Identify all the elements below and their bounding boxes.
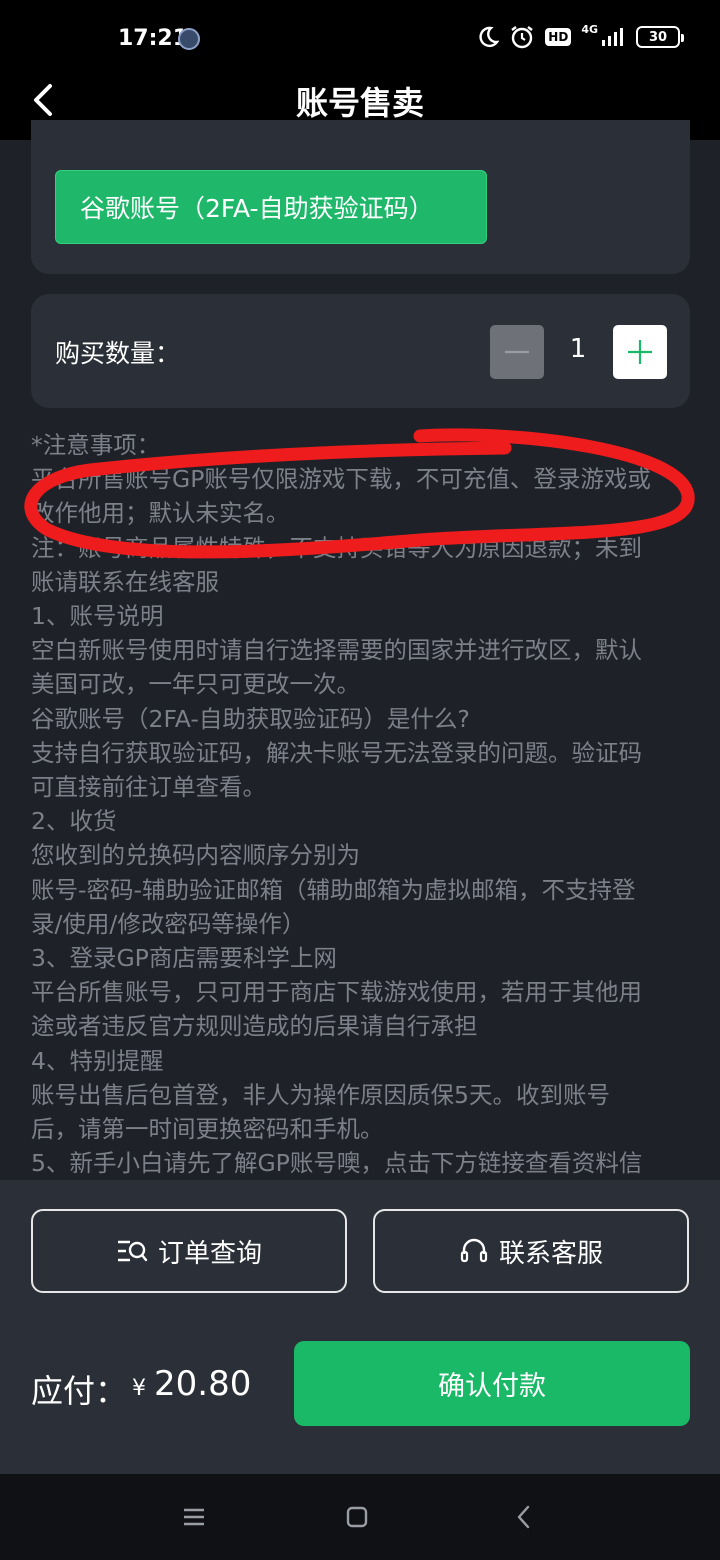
alarm-icon	[511, 26, 534, 49]
notes-section: *注意事项： 平台所售账号GP账号仅限游戏下载，不可充值、登录游戏或 改作他用；默认…	[31, 428, 691, 1180]
note-line: 您收到的兑换码内容顺序分别为	[31, 841, 360, 870]
quantity-label: 购买数量：	[55, 339, 181, 368]
bottom-panel: 订单查询 联系客服 应付： ¥ 20.80 确认付款	[0, 1180, 720, 1474]
note-line: 支持自行获取验证码，解决卡账号无法登录的问题。验证码	[31, 738, 642, 767]
payment-amount: 20.80	[154, 1364, 252, 1404]
note-line: 录/使用/修改密码等操作）	[31, 909, 306, 938]
menu-icon[interactable]	[177, 1500, 211, 1534]
note-line: 平台所售账号，只可用于商店下载游戏使用，若用于其他用	[31, 978, 642, 1007]
note-line: 后，请第一时间更换密码和手机。	[31, 1115, 384, 1144]
battery-icon: 30	[636, 26, 684, 48]
top-bar: 17:21 HD 4G 30 账号售卖	[0, 0, 720, 140]
note-line: 空白新账号使用时请自行选择需要的国家并进行改区，默认	[31, 636, 642, 665]
quantity-card: 购买数量： 1	[31, 294, 690, 408]
note-line: 账号出售后包首登，非人为操作原因质保5天。收到账号	[31, 1080, 610, 1109]
headset-icon	[460, 1238, 488, 1263]
contact-service-label: 联系客服	[498, 1238, 603, 1269]
note-line: 平台所售账号GP账号仅限游戏下载，不可充值、登录游戏或	[31, 465, 651, 494]
note-line: 1、账号说明	[31, 602, 164, 631]
note-line: 2、收货	[31, 807, 117, 836]
order-search-icon	[117, 1240, 148, 1262]
quantity-decrease-button[interactable]	[490, 325, 544, 379]
moon-icon	[479, 26, 500, 48]
minus-icon	[505, 350, 529, 354]
note-line: 谷歌账号（2FA-自助获取验证码）是什么?	[31, 704, 470, 733]
note-line: 美国可改，一年只可更改一次。	[31, 670, 360, 699]
note-line: *注意事项：	[31, 431, 161, 459]
nav-back-icon[interactable]	[508, 1500, 542, 1534]
note-line: 改作他用；默认未实名。	[31, 499, 290, 528]
battery-level: 30	[648, 29, 668, 45]
plus-icon	[628, 340, 652, 364]
status-icons: HD 4G 30	[475, 22, 684, 50]
contact-service-button[interactable]: 联系客服	[373, 1209, 689, 1293]
page-title: 账号售卖	[295, 84, 424, 122]
system-nav-bar	[0, 1474, 720, 1560]
payment-currency: ¥	[132, 1376, 146, 1401]
note-line: 4、特别提醒	[31, 1046, 164, 1075]
note-line: 3、登录GP商店需要科学上网	[31, 944, 337, 973]
confirm-payment-button[interactable]: 确认付款	[294, 1341, 690, 1426]
note-line: 5、新手小白请先了解GP账号噢，点击下方链接查看资料信	[31, 1149, 643, 1178]
note-line: 账号-密码-辅助验证邮箱（辅助邮箱为虚拟邮箱，不支持登	[31, 875, 636, 904]
product-option-google-2fa[interactable]: 谷歌账号（2FA-自助获验证码）	[55, 170, 487, 244]
note-line: 途或者违反官方规则造成的后果请自行承担	[31, 1012, 478, 1041]
order-query-label: 订单查询	[157, 1238, 262, 1269]
hd-badge: HD	[545, 28, 572, 46]
quantity-increase-button[interactable]	[613, 325, 667, 379]
signal-icon	[602, 28, 623, 46]
home-square-icon[interactable]	[340, 1500, 374, 1534]
note-line: 注：账号商品属性特殊，不支持买错等人为原因退款；未到	[31, 533, 642, 562]
order-query-button[interactable]: 订单查询	[31, 1209, 347, 1293]
note-line: 账请联系在线客服	[31, 567, 219, 596]
payment-label: 应付：	[31, 1372, 128, 1410]
quantity-value: 1	[569, 334, 587, 364]
note-line: 可直接前往订单查看。	[31, 773, 266, 802]
product-card: 谷歌账号（2FA-自助获验证码）	[31, 120, 690, 274]
app-notification-icon	[178, 28, 200, 50]
network-label: 4G	[581, 22, 598, 36]
